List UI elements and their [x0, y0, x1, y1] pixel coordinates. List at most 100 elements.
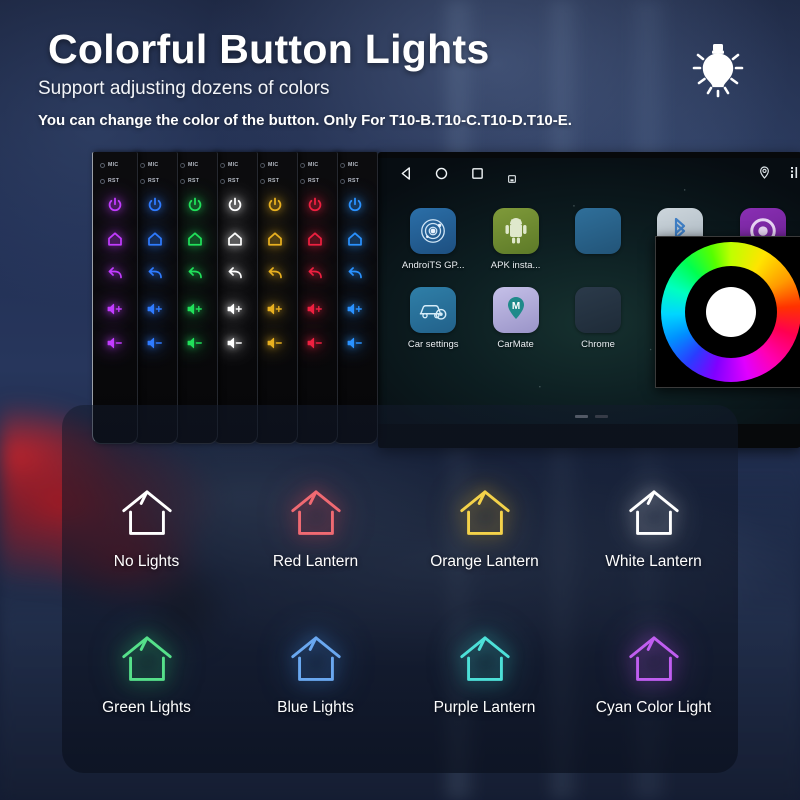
- app-car-settings[interactable]: Car settings: [392, 287, 474, 350]
- lightbulb-icon: [686, 38, 750, 102]
- app-apk-installer[interactable]: APK insta...: [474, 208, 556, 271]
- reset-hole-icon: [300, 178, 305, 184]
- volume-down-button[interactable]: [346, 334, 364, 352]
- volume-down-button[interactable]: [306, 334, 324, 352]
- lantern-row-2: Green Lights Blue Lights Purple Lantern …: [62, 633, 738, 717]
- app-label: APK insta...: [490, 260, 541, 271]
- home-button[interactable]: [146, 230, 164, 248]
- reset-hole-icon: [340, 178, 345, 184]
- house-lantern-icon: [625, 633, 683, 685]
- house-lantern-icon: [456, 633, 514, 685]
- mic-indicator: MIC: [140, 162, 158, 168]
- color-wheel-picker[interactable]: [655, 236, 800, 388]
- back-triangle-icon[interactable]: [400, 167, 413, 185]
- lantern-swatch[interactable]: No Lights: [62, 487, 231, 571]
- mic-hole-icon: [220, 162, 225, 168]
- lantern-swatch[interactable]: Green Lights: [62, 633, 231, 717]
- power-button[interactable]: [266, 196, 284, 214]
- app-carmate[interactable]: M CarMate: [474, 287, 556, 350]
- mic-label: MIC: [148, 162, 159, 168]
- lantern-label: Blue Lights: [277, 699, 354, 716]
- back-button[interactable]: [306, 264, 324, 282]
- reset-indicator: RST: [140, 178, 159, 184]
- app-label: AndroiTS GP...: [401, 260, 465, 271]
- color-wheel-ring[interactable]: [661, 242, 800, 382]
- volume-down-button[interactable]: [146, 334, 164, 352]
- app-chrome[interactable]: Chrome: [557, 287, 639, 350]
- android-navbar: [378, 158, 800, 188]
- lantern-swatch[interactable]: Red Lantern: [231, 487, 400, 571]
- volume-up-button[interactable]: [346, 300, 364, 318]
- reset-hole-icon: [220, 178, 225, 184]
- mic-hole-icon: [260, 162, 265, 168]
- button-panel: MIC RST: [132, 152, 178, 444]
- mic-label: MIC: [108, 162, 119, 168]
- volume-up-button[interactable]: [306, 300, 324, 318]
- lantern-swatch[interactable]: White Lantern: [569, 487, 738, 571]
- home-button[interactable]: [346, 230, 364, 248]
- svg-text:M: M: [511, 301, 519, 312]
- volume-down-button[interactable]: [266, 334, 284, 352]
- lantern-label: Cyan Color Light: [595, 699, 712, 716]
- power-button[interactable]: [306, 196, 324, 214]
- lantern-color-card: No Lights Red Lantern Orange Lantern Whi…: [62, 405, 738, 773]
- lantern-swatch[interactable]: Blue Lights: [231, 633, 400, 717]
- button-panel: MIC RST: [292, 152, 338, 444]
- house-lantern-icon: [118, 487, 176, 539]
- reset-indicator: RST: [260, 178, 279, 184]
- reset-label: RST: [228, 178, 240, 184]
- screenshot-icon[interactable]: [508, 170, 516, 188]
- lantern-swatch[interactable]: Purple Lantern: [400, 633, 569, 717]
- mic-indicator: MIC: [260, 162, 278, 168]
- page-subtitle: Support adjusting dozens of colors: [38, 78, 330, 99]
- home-button[interactable]: [226, 230, 244, 248]
- lantern-grid: No Lights Red Lantern Orange Lantern Whi…: [62, 487, 738, 717]
- back-button[interactable]: [146, 264, 164, 282]
- button-panel: MIC RST: [332, 152, 378, 444]
- home-button[interactable]: [186, 230, 204, 248]
- power-button[interactable]: [226, 196, 244, 214]
- back-button[interactable]: [346, 264, 364, 282]
- volume-up-button[interactable]: [186, 300, 204, 318]
- page-title: Colorful Button Lights: [48, 26, 490, 72]
- carmate-icon: M: [492, 287, 539, 333]
- house-lantern-icon: [456, 487, 514, 539]
- power-button[interactable]: [346, 196, 364, 214]
- header: Colorful Button Lights Support adjusting…: [0, 0, 800, 150]
- volume-down-button[interactable]: [186, 334, 204, 352]
- reset-indicator: RST: [220, 178, 239, 184]
- mic-indicator: MIC: [300, 162, 318, 168]
- volume-up-button[interactable]: [226, 300, 244, 318]
- power-button[interactable]: [186, 196, 204, 214]
- lantern-swatch[interactable]: Orange Lantern: [400, 487, 569, 571]
- volume-down-button[interactable]: [226, 334, 244, 352]
- volume-down-button[interactable]: [106, 334, 124, 352]
- volume-up-button[interactable]: [106, 300, 124, 318]
- reset-hole-icon: [140, 178, 145, 184]
- recents-square-icon[interactable]: [471, 167, 484, 185]
- back-button[interactable]: [186, 264, 204, 282]
- house-lantern-icon: [118, 633, 176, 685]
- gps-icon: [410, 208, 457, 254]
- app-androits-gps[interactable]: AndroiTS GP...: [392, 208, 474, 271]
- home-circle-icon[interactable]: [435, 167, 448, 185]
- color-wheel-gap: [685, 266, 777, 358]
- mic-indicator: MIC: [180, 162, 198, 168]
- home-button[interactable]: [306, 230, 324, 248]
- lantern-label: Green Lights: [102, 699, 191, 716]
- lantern-swatch[interactable]: Cyan Color Light: [569, 633, 738, 717]
- back-button[interactable]: [266, 264, 284, 282]
- back-button[interactable]: [226, 264, 244, 282]
- power-button[interactable]: [146, 196, 164, 214]
- home-button[interactable]: [266, 230, 284, 248]
- compatibility-note: You can change the color of the button. …: [38, 112, 572, 129]
- volume-up-button[interactable]: [266, 300, 284, 318]
- mic-label: MIC: [308, 162, 319, 168]
- back-button[interactable]: [106, 264, 124, 282]
- home-button[interactable]: [106, 230, 124, 248]
- volume-up-button[interactable]: [146, 300, 164, 318]
- power-button[interactable]: [106, 196, 124, 214]
- blank-icon: [575, 208, 622, 254]
- color-wheel-center[interactable]: [706, 287, 756, 337]
- app-hidden-3[interactable]: [557, 208, 639, 271]
